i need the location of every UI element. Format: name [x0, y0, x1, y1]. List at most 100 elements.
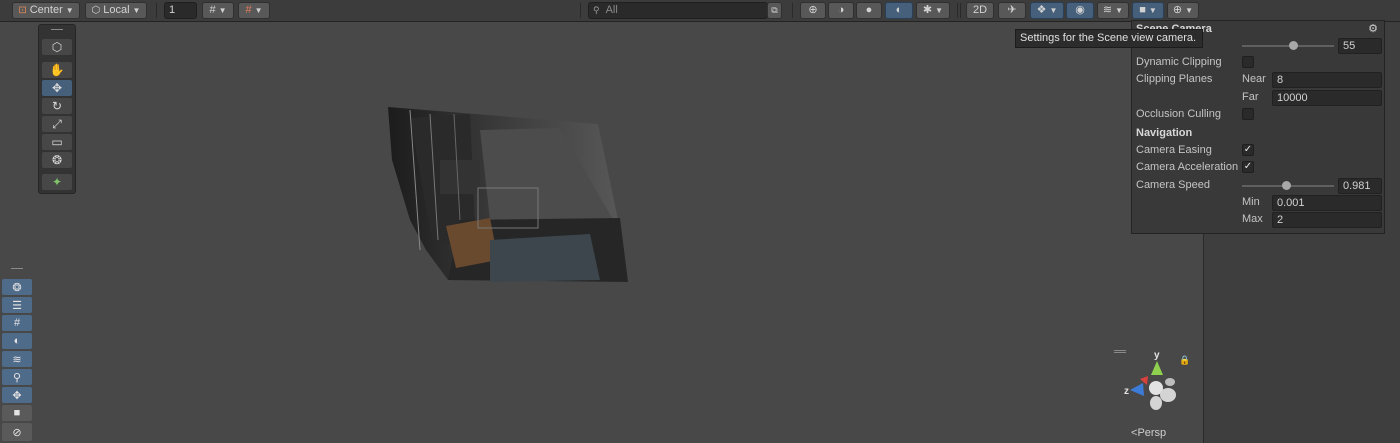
unlit-icon: ●: [865, 4, 873, 16]
overlay-navigation-icon: ⊘: [12, 426, 22, 439]
light-icon: ✈: [1007, 4, 1017, 16]
debug-draw-mode-dropdown[interactable]: ✱ ▼: [916, 2, 950, 19]
shaded-wireframe-button[interactable]: ◑: [828, 2, 854, 19]
clipping-planes-label: Clipping Planes: [1136, 73, 1213, 85]
camera-settings-tooltip: Settings for the Scene view camera.: [1015, 29, 1203, 48]
divider: [960, 3, 961, 18]
near-field[interactable]: 8: [1272, 72, 1382, 88]
wireframe-icon: ⊕: [808, 4, 818, 16]
max-label: Max: [1242, 213, 1263, 225]
far-label: Far: [1242, 91, 1259, 103]
min-speed-field[interactable]: 0.001: [1272, 195, 1382, 211]
search-field[interactable]: ⚲ All: [588, 2, 768, 19]
grid-size-field[interactable]: 1: [164, 2, 197, 19]
overlay-snap-button[interactable]: #: [2, 315, 32, 331]
chevron-down-icon: ▼: [218, 6, 227, 15]
overlay-camera-button[interactable]: ■: [2, 405, 32, 421]
dynamic-clipping-label: Dynamic Clipping: [1136, 56, 1222, 68]
view-tool-button[interactable]: ⬡: [42, 39, 72, 55]
camera-speed-field[interactable]: 0.981: [1338, 178, 1382, 194]
rotate-tool-icon: ↻: [51, 99, 63, 113]
near-value: 8: [1277, 74, 1284, 86]
scene-camera-dropdown[interactable]: ■ ▼: [1132, 2, 1164, 19]
overlay-navigation-button[interactable]: ⊘: [2, 423, 32, 441]
search-placeholder: All: [605, 4, 618, 16]
navigation-heading: Navigation: [1136, 127, 1193, 139]
increment-snap-dropdown[interactable]: # ▼: [238, 2, 270, 19]
divider: [156, 3, 157, 18]
effects-icon: ❖: [1036, 4, 1047, 16]
field-of-view-knob[interactable]: [1288, 41, 1298, 50]
overlay-snap-icon: #: [13, 317, 21, 329]
gizmos-icon: ⊕: [1172, 4, 1183, 16]
tools-overlay: ⬡ ✋ ✥ ↻ ⤢ ▭ ❂ ✦: [38, 24, 76, 194]
grip-handle[interactable]: [11, 268, 23, 269]
chevron-down-icon: ▼: [65, 6, 74, 15]
lighting-toggle-button[interactable]: ✈: [998, 2, 1026, 19]
checkmark-icon: ✓: [1243, 144, 1253, 155]
hand-tool-button[interactable]: ✋: [42, 62, 72, 78]
pivot-rotation-label: Local: [103, 4, 130, 16]
toggle-2d-label: 2D: [972, 4, 988, 16]
scale-tool-button[interactable]: ⤢: [42, 116, 72, 132]
lit-shading-button[interactable]: ◐: [885, 2, 913, 19]
orientation-gizmo[interactable]: 🔒 y z: [1110, 350, 1190, 416]
grip-handle[interactable]: [51, 29, 63, 30]
hand-tool-icon: ✋: [49, 63, 65, 77]
unlit-shading-button[interactable]: ●: [856, 2, 882, 19]
field-of-view-value: 55: [1343, 40, 1356, 52]
scene-visibility-button[interactable]: ◉: [1066, 2, 1094, 19]
bug-icon: ✱: [922, 4, 933, 16]
overlay-orientation-icon: ❂: [12, 281, 22, 294]
move-tool-icon: ✥: [51, 81, 63, 95]
draw-modes-dropdown[interactable]: ≋ ▼: [1097, 2, 1129, 19]
field-of-view-field[interactable]: 55: [1338, 38, 1382, 54]
camera-easing-checkbox[interactable]: ✓: [1242, 144, 1254, 156]
effects-dropdown[interactable]: ❖ ▼: [1030, 2, 1064, 19]
divider: [580, 3, 581, 18]
overlay-camera-icon: ■: [13, 407, 21, 419]
overlay-lighting-button[interactable]: ◐: [2, 333, 32, 349]
pivot-icon: ⊡: [18, 5, 27, 16]
dynamic-clipping-checkbox[interactable]: [1242, 56, 1254, 68]
far-field[interactable]: 10000: [1272, 90, 1382, 106]
overlay-move-button[interactable]: ✥: [2, 387, 32, 403]
gizmos-dropdown[interactable]: ⊕ ▼: [1167, 2, 1199, 19]
custom-tool-button[interactable]: ✦: [42, 174, 72, 190]
overlay-grid-icon: ☰: [12, 299, 22, 312]
rotate-tool-button[interactable]: ↻: [42, 98, 72, 114]
projection-toggle[interactable]: <Persp: [1131, 427, 1166, 439]
pivot-rotation-dropdown[interactable]: ⬡ Local ▼: [85, 2, 147, 19]
chevron-down-icon: ▼: [935, 6, 944, 15]
settings-gear-icon[interactable]: ⚙: [1368, 22, 1378, 35]
increment-snap-icon: #: [245, 4, 252, 16]
occlusion-culling-checkbox[interactable]: [1242, 108, 1254, 120]
wireframe-shading-button[interactable]: ⊕: [800, 2, 826, 19]
overlay-move-icon: ✥: [12, 389, 22, 402]
camera-icon: ■: [1139, 4, 1146, 16]
pivot-mode-dropdown[interactable]: ⊡ Center ▼: [12, 2, 80, 19]
min-label: Min: [1242, 196, 1260, 208]
overlay-layers-button[interactable]: ≋: [2, 351, 32, 367]
overlay-search-button[interactable]: ⚲: [2, 369, 32, 385]
scene-toolbar: ⊡ Center ▼ ⬡ Local ▼ 1 # ▼ # ▼ ⚲ All ⧉ ⊕…: [0, 0, 1400, 22]
move-tool-button[interactable]: ✥: [42, 80, 72, 96]
chevron-down-icon: ▼: [1185, 6, 1194, 15]
overlay-orientation-button[interactable]: ❂: [2, 279, 32, 295]
transform-tool-button[interactable]: ❂: [42, 152, 72, 168]
scene-model[interactable]: [380, 100, 640, 290]
max-speed-field[interactable]: 2: [1272, 212, 1382, 228]
camera-acceleration-checkbox[interactable]: ✓: [1242, 161, 1254, 173]
divider: [792, 3, 793, 18]
chevron-down-icon: ▼: [132, 6, 141, 15]
axis-gizmo-icon[interactable]: [1110, 350, 1190, 416]
overlay-search-icon: ⚲: [12, 371, 22, 384]
overlay-grid-button[interactable]: ☰: [2, 297, 32, 313]
grid-snap-dropdown[interactable]: # ▼: [202, 2, 234, 19]
toggle-2d-button[interactable]: 2D: [966, 2, 994, 19]
camera-speed-knob[interactable]: [1282, 181, 1292, 190]
rect-tool-button[interactable]: ▭: [42, 134, 72, 150]
overlay-layers-icon: ≋: [12, 353, 22, 366]
eye-icon: ◉: [1075, 4, 1085, 16]
search-options-button[interactable]: ⧉: [767, 2, 782, 19]
